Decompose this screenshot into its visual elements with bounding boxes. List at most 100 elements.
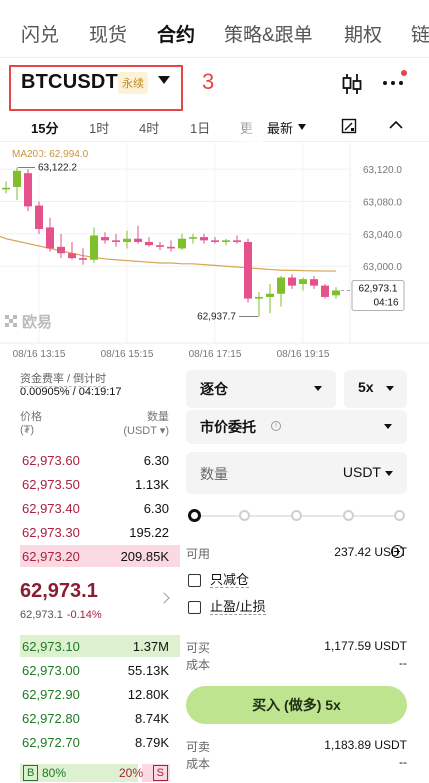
bid-row[interactable]: 62,972.70 8.79K (0, 731, 180, 753)
bid-row[interactable]: 62,973.00 55.13K (0, 659, 180, 681)
candle-body (244, 241, 252, 299)
tab-strategy[interactable]: 策略&跟单 (224, 20, 313, 47)
ask-price: 62,973.50 (22, 477, 80, 492)
bid-price: 62,972.70 (22, 735, 80, 750)
countdown-label: 04:16 (373, 297, 398, 308)
more-icon[interactable] (381, 70, 407, 94)
okx-logo-icon (5, 315, 17, 327)
bid-price: 62,973.10 (22, 639, 80, 654)
price-type-select[interactable]: 最新 (267, 118, 293, 137)
leverage-select[interactable]: 5x (344, 370, 407, 408)
bid-row[interactable]: 62,972.90 12.80K (0, 683, 180, 705)
buy-ratio-badge: B (23, 765, 39, 781)
quantity-unit-select[interactable]: USDT (343, 464, 381, 480)
order-type-select[interactable]: 市价委托 i (186, 410, 407, 444)
candle-body (112, 240, 120, 242)
funding-rate-value: 0.00905% / 04:19:17 (20, 386, 122, 398)
tab-options[interactable]: 期权 (344, 20, 382, 47)
tab-swap[interactable]: 闪兑 (21, 20, 59, 47)
tab-spot[interactable]: 现货 (89, 20, 127, 47)
pair-symbol[interactable]: BTCUSDT (21, 71, 118, 94)
chevron-up-icon[interactable] (389, 120, 403, 130)
price-chart[interactable]: MA200: 62,994.0 63,120.0 63,080.0 63,040.0… (0, 143, 429, 363)
slider-knob-75[interactable] (343, 510, 354, 521)
ask-row[interactable]: 62,973.20 209.85K (0, 545, 180, 567)
tab-chain[interactable]: 链 (411, 20, 429, 47)
candle-body (178, 238, 186, 249)
chevron-right-icon[interactable] (158, 592, 170, 604)
timeframe-15m[interactable]: 15分 (31, 118, 58, 137)
qty-unit-select[interactable]: (USDT ▾) (123, 424, 169, 437)
x-tick-label: 08/16 19:15 (277, 349, 330, 360)
available-label: 可用 (186, 547, 211, 561)
info-icon[interactable]: i (271, 421, 281, 431)
timeframe-4h[interactable]: 4时 (139, 118, 159, 137)
ma200-label: MA200: 62,994.0 (12, 149, 89, 160)
x-tick-label: 08/16 15:15 (101, 349, 154, 360)
can-buy-value: 1,177.59 USDT (324, 639, 407, 653)
candle-body (68, 253, 76, 259)
margin-mode-select[interactable]: 逐仓 (186, 370, 336, 408)
ask-price: 62,973.30 (22, 525, 80, 540)
sell-ratio-badge: S (152, 765, 168, 781)
slider-knob-0[interactable] (188, 509, 201, 522)
candle-body (79, 258, 87, 260)
buy-long-button[interactable]: 买入 (做多) 5x (186, 686, 407, 724)
bid-quantity: 8.74K (135, 711, 169, 726)
slider-knob-50[interactable] (291, 510, 302, 521)
candle-body (145, 241, 153, 246)
slider-knob-25[interactable] (239, 510, 250, 521)
bid-quantity: 12.80K (127, 687, 169, 702)
caret-down-icon[interactable] (158, 76, 170, 84)
mark-price: 62,973.1 -0.14% (20, 609, 102, 621)
cost-label: 成本 (186, 658, 211, 672)
timeframe-bar: 15分 1时 4时 1日 更 最新 (0, 112, 429, 142)
timeframe-1d[interactable]: 1日 (190, 118, 210, 137)
candle-body (288, 277, 296, 286)
ask-row[interactable]: 62,973.50 1.13K (0, 473, 180, 495)
quantity-slider[interactable] (188, 509, 405, 523)
candle-body (332, 290, 340, 296)
drawing-tool-icon[interactable] (341, 118, 357, 134)
candle-body (233, 240, 241, 242)
ask-price: 62,973.60 (22, 453, 80, 468)
ask-price: 62,973.40 (22, 501, 80, 516)
x-tick-label: 08/16 17:15 (189, 349, 242, 360)
ask-quantity: 1.13K (135, 477, 169, 492)
ask-row[interactable]: 62,973.60 6.30 (0, 449, 180, 471)
caret-down-icon (298, 124, 306, 130)
candle-body (167, 246, 175, 249)
bid-row[interactable]: 62,973.10 1.37M (0, 635, 180, 657)
candle-body (90, 235, 98, 260)
candle-body (321, 285, 329, 297)
y-tick-label: 63,120.0 (363, 165, 402, 176)
candlestick-icon[interactable] (340, 73, 364, 95)
caret-down-icon (384, 424, 392, 429)
bid-row[interactable]: 62,972.80 8.74K (0, 707, 180, 729)
candle-body (13, 170, 21, 187)
cost-value-2: -- (399, 755, 407, 769)
bid-price: 62,972.90 (22, 687, 80, 702)
tp-sl-checkbox[interactable] (188, 601, 201, 614)
tp-sl-label[interactable]: 止盈/止损 (210, 599, 266, 615)
tab-futures[interactable]: 合约 (157, 20, 195, 47)
notification-dot (401, 70, 407, 76)
y-tick-label: 63,000.0 (363, 262, 402, 273)
ask-row[interactable]: 62,973.40 6.30 (0, 497, 180, 519)
ask-quantity: 195.22 (129, 525, 169, 540)
pair-header: BTCUSDT 永续 3 (0, 60, 429, 111)
plus-circle-icon[interactable] (391, 545, 404, 558)
bid-price: 62,972.80 (22, 711, 80, 726)
slider-knob-100[interactable] (394, 510, 405, 521)
ask-row[interactable]: 62,973.30 195.22 (0, 521, 180, 543)
funding-rate-label[interactable]: 资金费率 / 倒计时 (20, 370, 107, 387)
y-tick-label: 63,080.0 (363, 198, 402, 209)
reduce-only-label[interactable]: 只减仓 (210, 572, 250, 588)
caret-down-icon (385, 471, 393, 476)
reduce-only-checkbox[interactable] (188, 574, 201, 587)
ask-quantity: 6.30 (143, 501, 169, 516)
timeframe-1h[interactable]: 1时 (89, 118, 109, 137)
quantity-input[interactable]: 数量 USDT (186, 452, 407, 494)
price-change: -0.14% (66, 609, 102, 621)
caret-down-icon (386, 386, 394, 391)
